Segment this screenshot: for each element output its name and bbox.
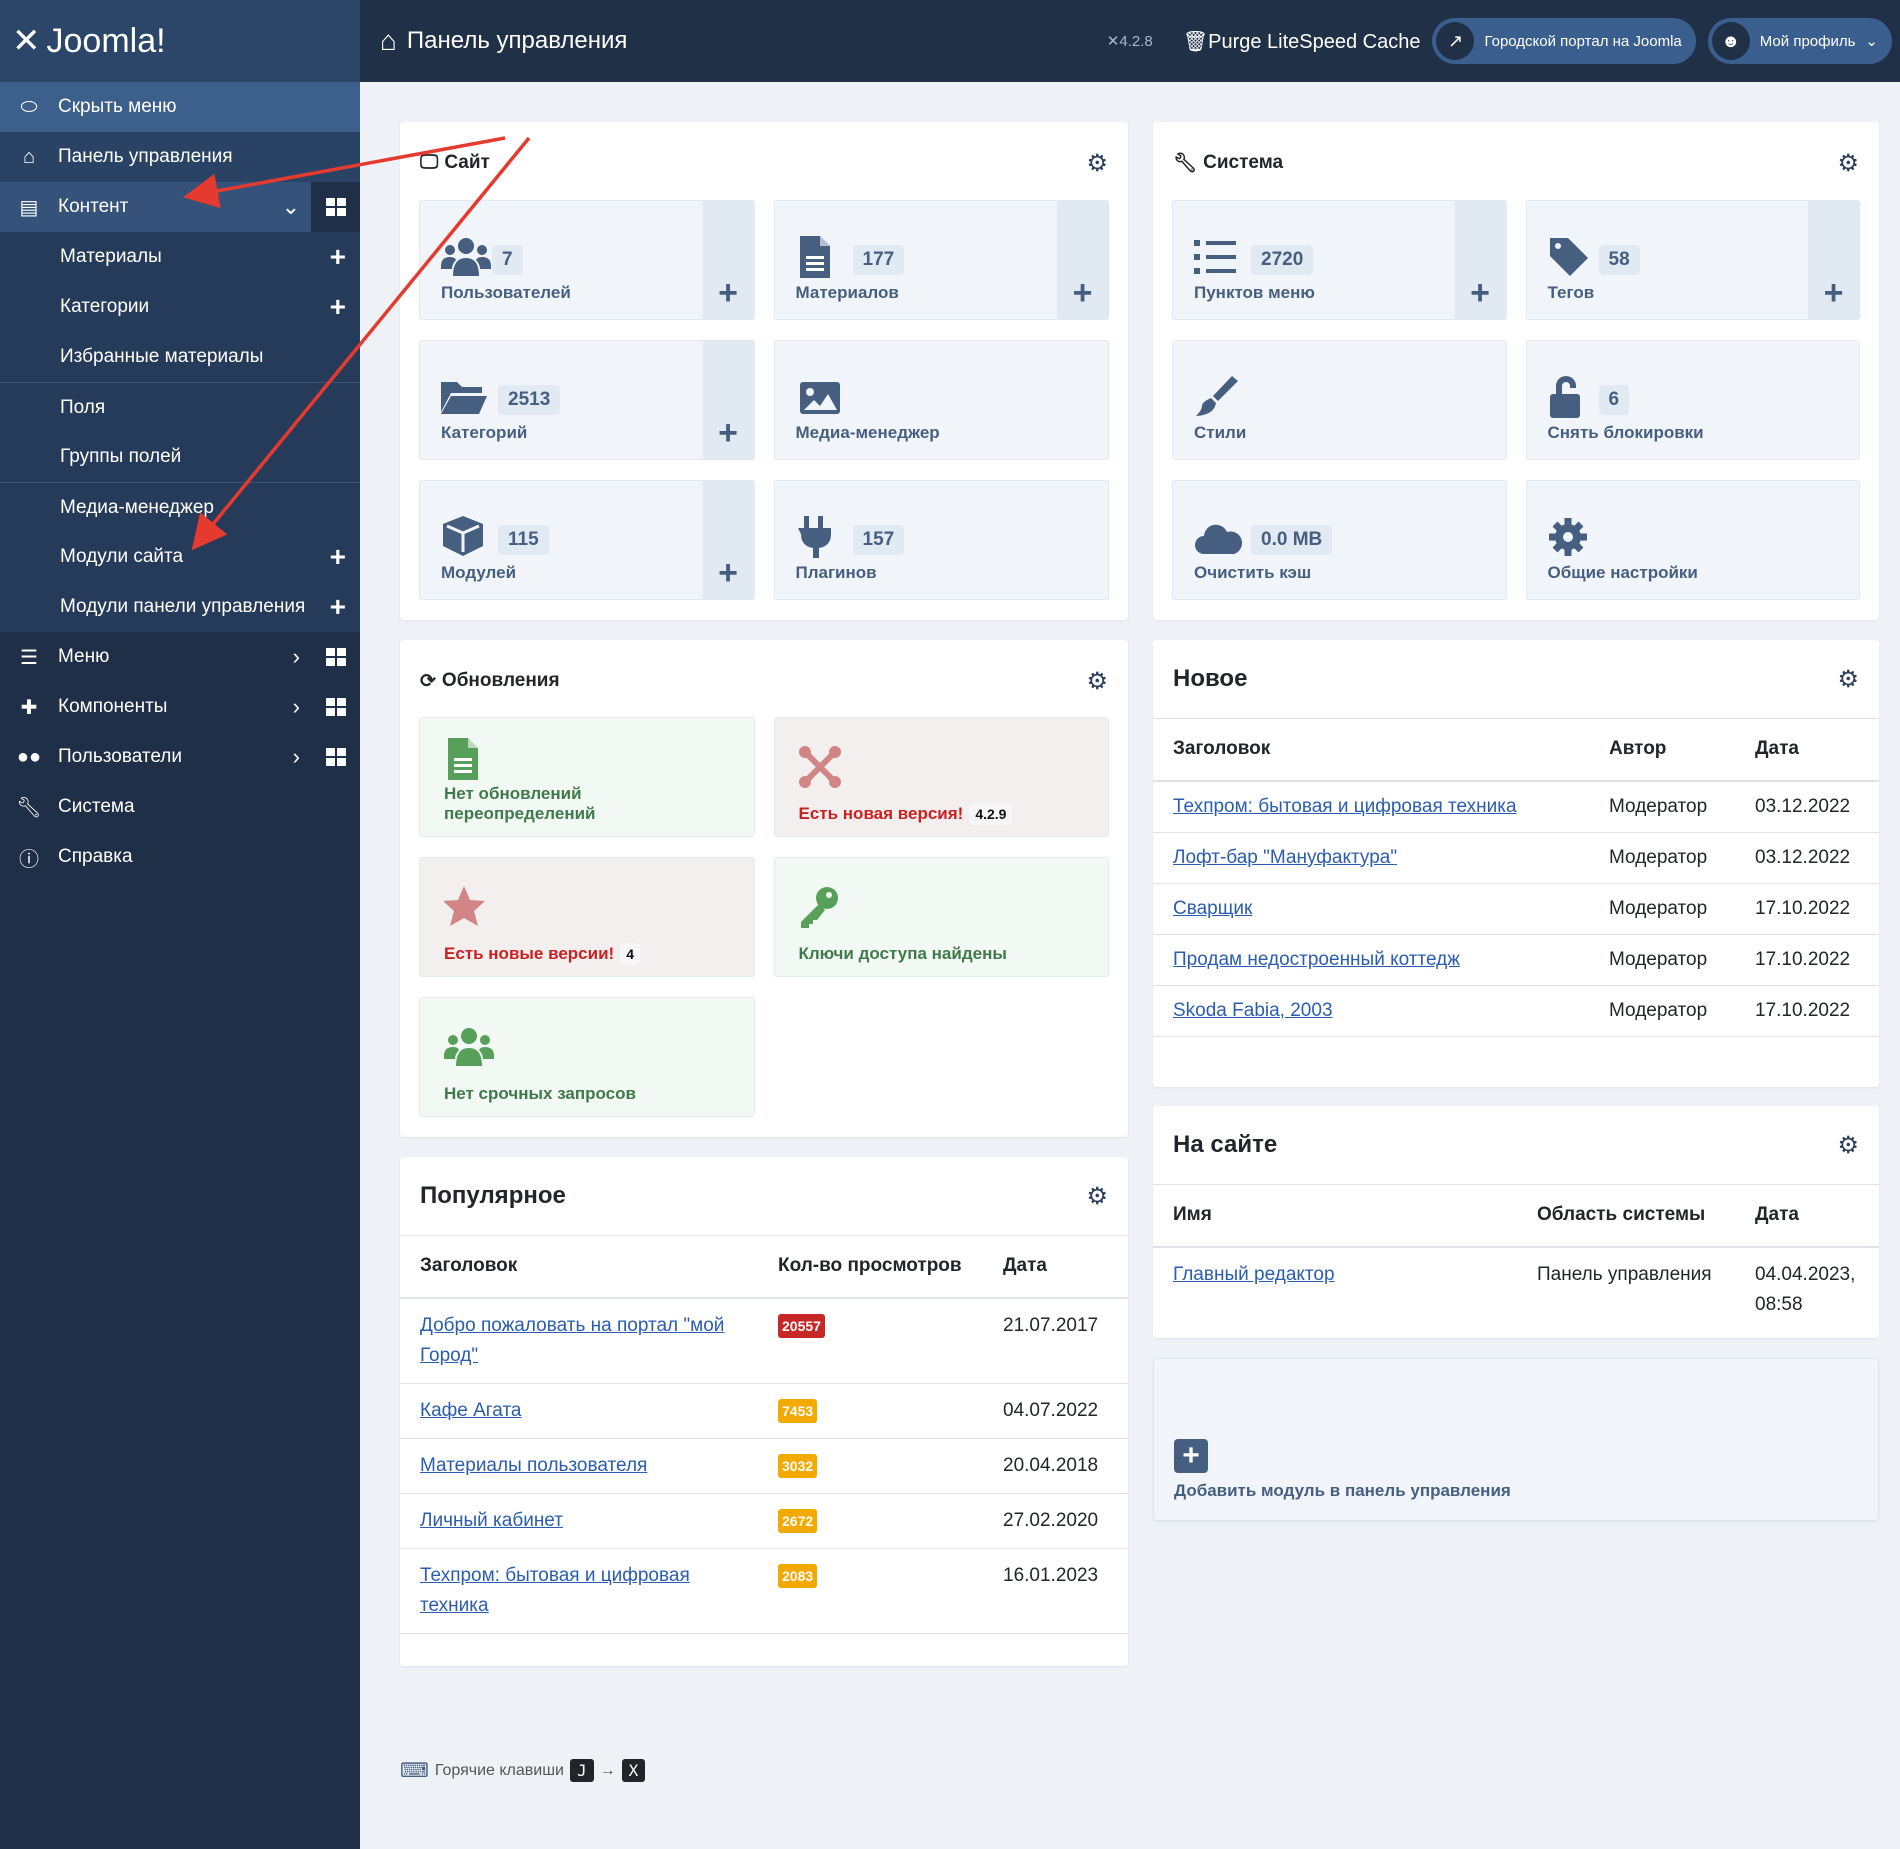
annotation-arrow bbox=[191, 136, 531, 551]
annotation-arrow bbox=[183, 136, 506, 209]
annotation-arrows bbox=[183, 136, 531, 551]
